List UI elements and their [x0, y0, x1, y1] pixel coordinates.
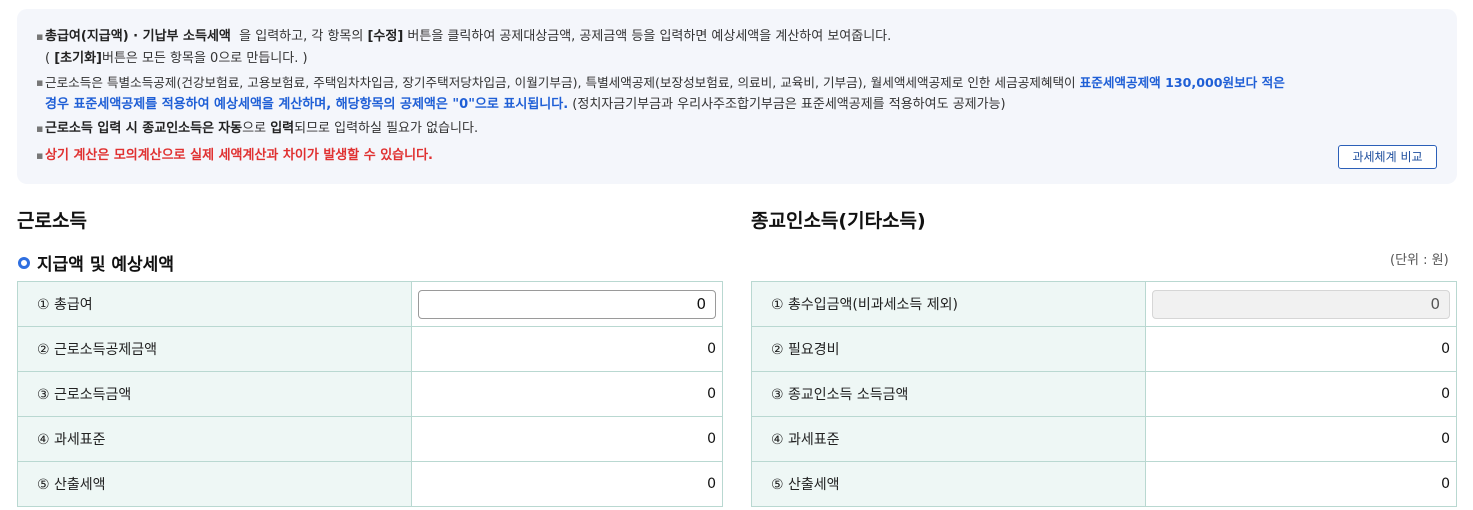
row-label: ⑤ 산출세액	[751, 461, 1146, 507]
unit-label: (단위 : 원)	[1390, 253, 1449, 268]
religious-income-table: ① 총수입금액(비과세소득 제외) 0 ② 필요경비 0 ③ 종교인소득 소득금…	[751, 281, 1457, 507]
input-cell: 0	[411, 281, 723, 327]
tax-system-compare-button[interactable]: 과세체계 비교	[1338, 145, 1437, 169]
notice-line-3: 근로소득은 특별소득공제(건강보험료, 고용보험료, 주택임차차입금, 장기주택…	[45, 75, 1285, 90]
table-row: ④ 과세표준 0	[17, 416, 723, 462]
row-value: 0	[1145, 416, 1457, 462]
table-row: ① 총급여 0	[17, 281, 723, 327]
row-label: ⑤ 산출세액	[17, 461, 412, 507]
table-row: ② 근로소득공제금액 0	[17, 326, 723, 372]
earned-income-table: ① 총급여 0 ② 근로소득공제금액 0 ③ 근로소득금액 0 ④ 과세표준 0…	[17, 281, 723, 507]
row-label: ② 근로소득공제금액	[17, 326, 412, 372]
row-label: ④ 과세표준	[17, 416, 412, 462]
earned-income-title: 근로소득	[17, 210, 87, 232]
table-row: ⑤ 산출세액 0	[17, 461, 723, 507]
input-cell: 0	[1145, 281, 1457, 327]
table-row: ⑤ 산출세액 0	[751, 461, 1457, 507]
bullet: ▪	[36, 122, 44, 135]
row-label: ③ 종교인소득 소득금액	[751, 371, 1146, 417]
table-row: ③ 근로소득금액 0	[17, 371, 723, 417]
row-label: ③ 근로소득금액	[17, 371, 412, 417]
row-value: 0	[411, 326, 723, 372]
row-label: ④ 과세표준	[751, 416, 1146, 462]
row-value: 0	[411, 461, 723, 507]
table-row: ② 필요경비 0	[751, 326, 1457, 372]
total-revenue-readonly-field: 0	[1152, 289, 1450, 319]
row-value: 0	[411, 371, 723, 417]
religious-income-title: 종교인소득(기타소득)	[751, 210, 926, 232]
bullet: ▪	[36, 76, 44, 89]
notice-line-1: 총급여(지급액) · 기납부 소득세액 을 입력하고, 각 항목의 [수정] 버…	[45, 29, 892, 44]
row-value: 0	[1145, 461, 1457, 507]
notice-box: ▪ 총급여(지급액) · 기납부 소득세액 을 입력하고, 각 항목의 [수정]…	[17, 9, 1457, 184]
bullet: ▪	[36, 149, 44, 162]
payment-estimate-subtitle: 지급액 및 예상세액	[17, 250, 174, 275]
row-value: 0	[1145, 326, 1457, 372]
table-row: ① 총수입금액(비과세소득 제외) 0	[751, 281, 1457, 327]
table-row: ③ 종교인소득 소득금액 0	[751, 371, 1457, 417]
row-value: 0	[1145, 371, 1457, 417]
notice-line-5: 근로소득 입력 시 종교인소득은 자동으로 입력되므로 입력하실 필요가 없습니…	[45, 121, 479, 136]
row-value: 0	[411, 416, 723, 462]
table-row: ④ 과세표준 0	[751, 416, 1457, 462]
notice-line-4: 경우 표준세액공제를 적용하여 예상세액을 계산하며, 해당항목의 공제액은 "…	[45, 97, 1006, 112]
row-label: ② 필요경비	[751, 326, 1146, 372]
notice-line-6: 상기 계산은 모의계산으로 실제 세액계산과 차이가 발생할 수 있습니다.	[45, 148, 433, 163]
notice-line-2: ( [초기화]버튼은 모든 항목을 0으로 만듭니다. )	[45, 51, 308, 66]
row-label: ① 총수입금액(비과세소득 제외)	[751, 281, 1146, 327]
total-salary-input[interactable]: 0	[418, 289, 716, 319]
circle-bullet-icon	[18, 256, 30, 269]
bullet: ▪	[36, 30, 44, 43]
row-label: ① 총급여	[17, 281, 412, 327]
